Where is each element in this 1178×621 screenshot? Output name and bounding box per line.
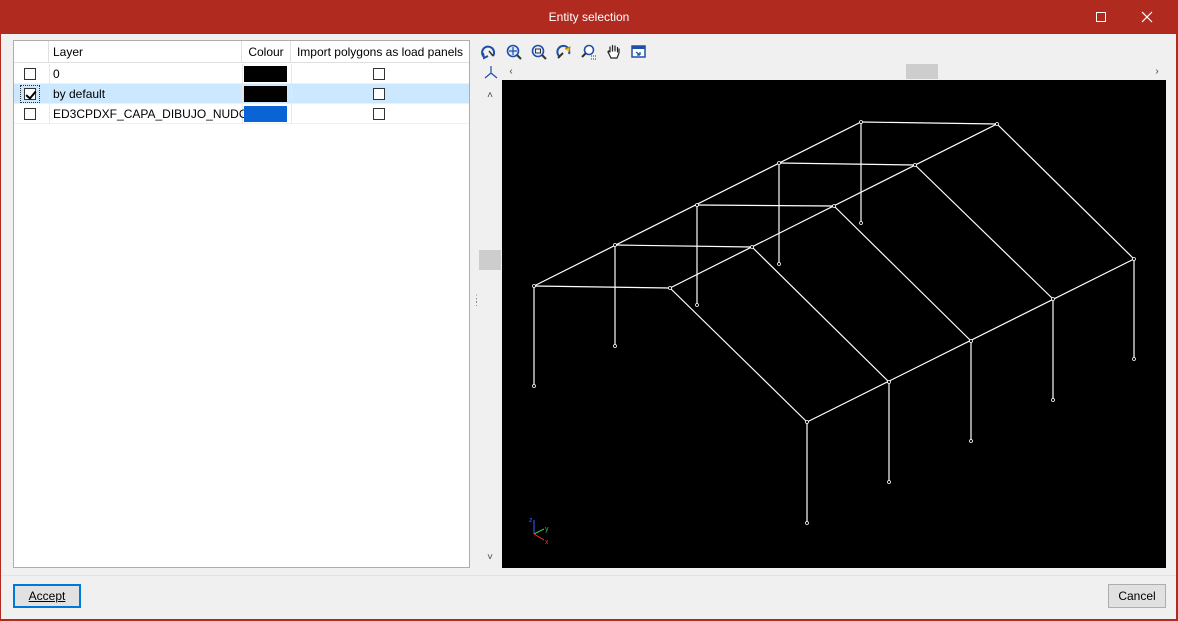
zoom-icon[interactable] xyxy=(579,42,599,62)
axis-x-label: x xyxy=(545,539,549,546)
redraw-icon[interactable] xyxy=(629,42,649,62)
pan-hand-icon[interactable] xyxy=(604,42,624,62)
table-row[interactable]: ED3CPDXF_CAPA_DIBUJO_NUDOS xyxy=(14,104,469,124)
entity-selection-window: Entity selection Layer Colour Import pol… xyxy=(0,0,1178,621)
layer-colour-swatch[interactable] xyxy=(244,106,287,122)
layer-colour-swatch[interactable] xyxy=(244,86,287,102)
axis-y-label: y xyxy=(545,526,549,533)
layer-name: ED3CPDXF_CAPA_DIBUJO_NUDOS xyxy=(53,107,257,121)
column-separator xyxy=(291,104,292,124)
table-row[interactable]: 0 xyxy=(14,64,469,84)
title-bar[interactable]: Entity selection xyxy=(0,0,1178,34)
rotate-view-icon[interactable] xyxy=(479,42,499,62)
cancel-button[interactable]: Cancel xyxy=(1108,584,1166,608)
divider xyxy=(1,575,1176,576)
header-layer[interactable]: Layer xyxy=(49,41,242,63)
focus-indicator xyxy=(20,85,40,103)
axis-orientation-icon[interactable] xyxy=(483,64,499,80)
accept-label: Accept xyxy=(28,589,66,603)
layer-table: Layer Colour Import polygons as load pan… xyxy=(13,40,470,568)
column-separator xyxy=(242,84,243,104)
header-check-column[interactable] xyxy=(14,41,49,63)
node-points xyxy=(532,120,1136,525)
scroll-right-arrow-icon[interactable]: › xyxy=(1151,66,1163,78)
column-separator xyxy=(242,64,243,84)
frame-lines xyxy=(533,121,1135,523)
column-separator xyxy=(291,84,292,104)
maximize-button[interactable] xyxy=(1078,0,1124,34)
zoom-extents-icon[interactable] xyxy=(504,42,524,62)
horizontal-scrollbar[interactable]: ‹ › xyxy=(501,64,1167,80)
vertical-scroll-thumb[interactable] xyxy=(479,250,501,270)
maximize-icon xyxy=(1096,12,1106,22)
column-separator xyxy=(49,84,50,104)
scroll-down-arrow-icon[interactable]: ˅ xyxy=(484,552,496,564)
horizontal-scroll-thumb[interactable] xyxy=(906,64,938,79)
close-button[interactable] xyxy=(1124,0,1170,34)
axis-z-label: z xyxy=(529,517,533,524)
zoom-previous-icon[interactable] xyxy=(554,42,574,62)
layer-name: by default xyxy=(53,87,106,101)
layer-enable-checkbox[interactable] xyxy=(24,108,36,120)
window-title: Entity selection xyxy=(548,10,630,24)
import-polygons-checkbox[interactable] xyxy=(373,108,385,120)
column-separator xyxy=(291,64,292,84)
layer-name: 0 xyxy=(53,67,60,81)
dialog-client-area: Layer Colour Import polygons as load pan… xyxy=(1,34,1176,619)
scroll-left-arrow-icon[interactable]: ‹ xyxy=(505,66,517,78)
panel-splitter[interactable]: ⋮ ⋮ xyxy=(472,294,481,310)
import-polygons-checkbox[interactable] xyxy=(373,88,385,100)
accept-button[interactable]: Accept xyxy=(13,584,81,608)
table-header: Layer Colour Import polygons as load pan… xyxy=(14,41,469,63)
column-separator xyxy=(49,64,50,84)
zoom-window-icon[interactable] xyxy=(529,42,549,62)
layer-colour-swatch[interactable] xyxy=(244,66,287,82)
axis-triad: z y x xyxy=(529,517,549,546)
drawing-canvas[interactable]: z y x xyxy=(502,80,1166,568)
model-view: ‹ › ˄ ˅ z y x xyxy=(479,64,1167,569)
header-import-polygons[interactable]: Import polygons as load panels xyxy=(291,41,469,63)
layer-enable-checkbox[interactable] xyxy=(24,68,36,80)
header-colour[interactable]: Colour xyxy=(242,41,291,63)
structure-wireframe: z y x xyxy=(529,120,1136,546)
close-icon xyxy=(1141,11,1153,23)
scroll-up-arrow-icon[interactable]: ˄ xyxy=(484,90,496,102)
column-separator xyxy=(49,104,50,124)
import-polygons-checkbox[interactable] xyxy=(373,68,385,80)
table-row[interactable]: by default xyxy=(14,84,469,104)
vertical-scrollbar[interactable]: ˄ ˅ xyxy=(479,80,501,568)
